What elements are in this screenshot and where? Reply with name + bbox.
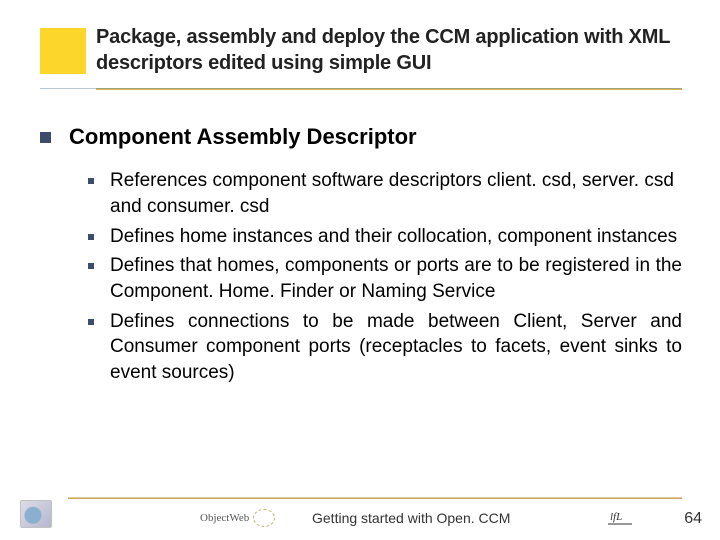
content-area: Component Assembly Descriptor References… xyxy=(40,124,682,390)
footer-rule xyxy=(68,498,682,499)
small-square-icon xyxy=(88,263,94,269)
lfl-logo-icon: lfL xyxy=(608,506,632,526)
list-item: References component software descriptor… xyxy=(88,168,682,219)
list-item-text: Defines home instances and their colloca… xyxy=(110,224,677,250)
small-square-icon xyxy=(88,178,94,184)
slide-title: Package, assembly and deploy the CCM app… xyxy=(96,24,682,76)
list-item-text: Defines connections to be made between C… xyxy=(110,309,682,386)
list-item: Defines connections to be made between C… xyxy=(88,309,682,386)
list-item-text: Defines that homes, components or ports … xyxy=(110,253,682,304)
globe-icon xyxy=(20,500,52,528)
list-item: Defines home instances and their colloca… xyxy=(88,224,682,250)
list-item-text: References component software descriptor… xyxy=(110,168,682,219)
swirl-icon xyxy=(253,509,275,527)
title-area: Package, assembly and deploy the CCM app… xyxy=(40,24,682,76)
small-square-icon xyxy=(88,319,94,325)
svg-text:lfL: lfL xyxy=(610,511,622,523)
section-heading-row: Component Assembly Descriptor xyxy=(40,124,682,150)
title-underline xyxy=(96,88,682,90)
footer-center-text: Getting started with Open. CCM xyxy=(312,510,510,526)
accent-square-icon xyxy=(40,28,86,74)
logo-text: ObjectWeb xyxy=(200,512,249,524)
footer: ObjectWeb Getting started with Open. CCM… xyxy=(0,498,720,540)
section-heading: Component Assembly Descriptor xyxy=(69,124,417,150)
small-square-icon xyxy=(88,234,94,240)
square-bullet-icon xyxy=(40,132,51,143)
objectweb-logo: ObjectWeb xyxy=(200,508,296,528)
page-number: 64 xyxy=(684,510,702,528)
list-item: Defines that homes, components or ports … xyxy=(88,253,682,304)
bullet-list: References component software descriptor… xyxy=(88,168,682,385)
